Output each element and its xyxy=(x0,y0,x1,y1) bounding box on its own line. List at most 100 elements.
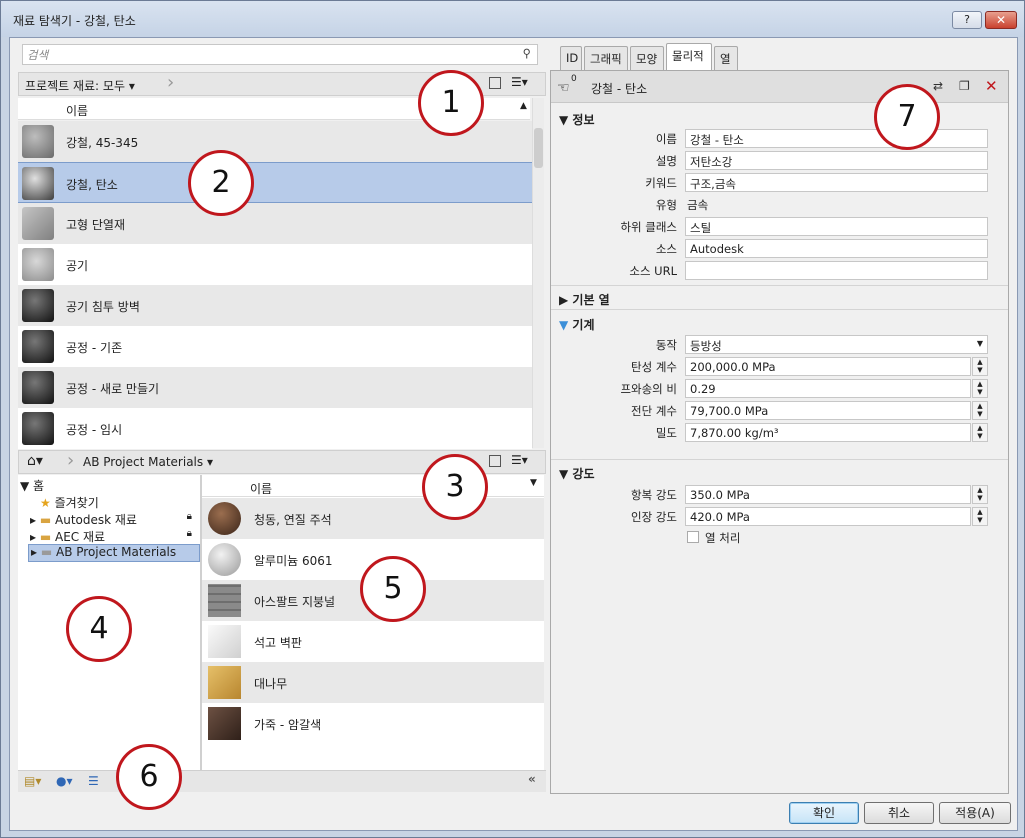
section-strength[interactable]: ▼ 강도 xyxy=(559,465,595,482)
tensile-strength-spinner[interactable]: ▲ ▼ xyxy=(972,507,988,526)
subclass-field[interactable]: 스틸 xyxy=(685,217,988,236)
tree-node-ab-project[interactable]: ▸ ▬ AB Project Materials xyxy=(28,544,200,562)
material-name: 공정 - 기존 xyxy=(66,341,123,355)
density-spinner[interactable]: ▲ ▼ xyxy=(972,423,988,442)
material-swatch xyxy=(208,502,241,535)
tab-thermal[interactable]: 열 xyxy=(714,46,738,70)
list-item[interactable]: 공기 xyxy=(18,244,532,285)
callout-1: 1 xyxy=(418,70,484,136)
collapse-panel-icon[interactable]: « xyxy=(528,772,536,786)
search-icon[interactable]: ⚲ xyxy=(523,46,531,60)
section-strength-title: 강도 xyxy=(572,467,595,481)
divider xyxy=(551,285,1008,286)
list-item[interactable]: 석고 벽판 xyxy=(202,621,544,662)
material-name: 아스팔트 지붕널 xyxy=(254,595,336,609)
heat-treated-checkbox[interactable] xyxy=(687,531,699,543)
poisson-ratio-field[interactable]: 0.29 xyxy=(685,379,971,398)
behavior-label: 동작 xyxy=(655,338,677,352)
cancel-button[interactable]: 취소 xyxy=(864,802,934,824)
source-url-field[interactable] xyxy=(685,261,988,280)
list-item[interactable]: 청동, 연질 주석 xyxy=(202,498,544,539)
sort-desc-icon[interactable]: ▼ xyxy=(530,478,537,488)
star-icon: ★ xyxy=(40,496,51,510)
ok-button[interactable]: 확인 xyxy=(789,802,859,824)
section-info[interactable]: ▼ 정보 xyxy=(559,111,595,128)
remove-asset-icon[interactable]: ✕ xyxy=(985,77,998,95)
list-item[interactable]: 공기 침투 방벽 xyxy=(18,285,532,326)
yield-strength-field[interactable]: 350.0 MPa xyxy=(685,485,971,504)
asset-editor-icon[interactable]: ☰ xyxy=(88,774,99,788)
section-info-title: 정보 xyxy=(572,113,595,127)
list-item[interactable]: 가죽 - 암갈색 xyxy=(202,703,544,744)
replace-asset-icon[interactable]: ⇄ xyxy=(933,79,943,93)
tensile-strength-field[interactable]: 420.0 MPa xyxy=(685,507,971,526)
keywords-field[interactable]: 구조,금속 xyxy=(685,173,988,192)
expanded-icon: ▼ xyxy=(559,318,569,332)
shear-modulus-label: 전단 계수 xyxy=(631,404,677,418)
material-name: 청동, 연질 주석 xyxy=(254,513,332,527)
close-button[interactable]: ✕ xyxy=(985,11,1017,29)
list-item[interactable]: 공정 - 새로 만들기 xyxy=(18,367,532,408)
tree-node-home[interactable]: ▼ 홈 xyxy=(20,477,44,494)
youngs-modulus-field[interactable]: 200,000.0 MPa xyxy=(685,357,971,376)
tree-node-favorites[interactable]: ★ 즐겨찾기 xyxy=(40,494,99,511)
density-field[interactable]: 7,870.00 kg/m³ xyxy=(685,423,971,442)
view-options-icon[interactable]: ☰▾ xyxy=(511,453,528,467)
create-material-icon[interactable]: ●▾ xyxy=(56,774,73,788)
description-field[interactable]: 저탄소강 xyxy=(685,151,988,170)
material-name: 석고 벽판 xyxy=(254,636,302,650)
search-input[interactable]: 검색 ⚲ xyxy=(22,44,538,65)
divider xyxy=(551,309,1008,310)
tree-label: 즐겨찾기 xyxy=(54,496,99,510)
source-label: 소스 xyxy=(655,242,677,256)
column-name-header[interactable]: 이름 xyxy=(66,102,88,119)
apply-button[interactable]: 적용(A) xyxy=(939,802,1011,824)
tab-appearance[interactable]: 모양 xyxy=(630,46,664,70)
project-list-scrollbar[interactable] xyxy=(532,98,544,448)
tab-graphics[interactable]: 그래픽 xyxy=(584,46,628,70)
shear-modulus-field[interactable]: 79,700.0 MPa xyxy=(685,401,971,420)
source-url-label: 소스 URL xyxy=(629,264,677,278)
material-swatch xyxy=(22,125,54,158)
breadcrumb-arrow-icon: › xyxy=(67,450,75,471)
view-options-icon[interactable]: ☰▾ xyxy=(511,75,528,89)
tree-node-autodesk[interactable]: ▸ ▬ Autodesk 재료 🔒︎ xyxy=(30,511,196,528)
tab-physical[interactable]: 물리적 xyxy=(666,43,712,70)
list-item[interactable]: 고형 단열재 xyxy=(18,203,532,244)
poisson-ratio-spinner[interactable]: ▲ ▼ xyxy=(972,379,988,398)
subclass-label: 하위 클래스 xyxy=(620,220,677,234)
column-name-header[interactable]: 이름 xyxy=(250,480,272,497)
yield-strength-label: 항복 강도 xyxy=(631,488,677,502)
tab-id[interactable]: ID xyxy=(560,46,582,70)
list-item-selected[interactable]: 강철, 탄소 xyxy=(18,162,532,203)
source-field[interactable]: Autodesk xyxy=(685,239,988,258)
material-swatch xyxy=(208,707,241,740)
youngs-modulus-label: 탄성 계수 xyxy=(631,360,677,374)
panel-toggle-icon[interactable] xyxy=(489,77,501,89)
library-breadcrumb[interactable]: AB Project Materials ▾ xyxy=(83,455,213,469)
behavior-select[interactable]: 등방성 ▼ xyxy=(685,335,988,354)
scrollbar-thumb[interactable] xyxy=(534,128,543,168)
section-basic-thermal[interactable]: ▶ 기본 열 xyxy=(559,291,610,308)
list-item[interactable]: 대나무 xyxy=(202,662,544,703)
tree-node-aec[interactable]: ▸ ▬ AEC 재료 🔒︎ xyxy=(30,528,196,545)
home-icon[interactable]: ⌂▾ xyxy=(27,453,43,469)
help-button[interactable]: ? xyxy=(952,11,982,29)
list-item[interactable]: 공정 - 기존 xyxy=(18,326,532,367)
sort-asc-icon[interactable]: ▲ xyxy=(520,101,527,111)
duplicate-asset-icon[interactable]: ❐ xyxy=(959,79,970,93)
density-label: 밀도 xyxy=(655,426,677,440)
name-field[interactable]: 강철 - 탄소 xyxy=(685,129,988,148)
list-item[interactable]: 공정 - 임시 xyxy=(18,408,532,449)
lock-icon: 🔒︎ xyxy=(186,528,192,539)
project-filter-dropdown[interactable]: 프로젝트 재료: 모두 ▾ xyxy=(25,77,135,94)
title-bar: 재료 탐색기 - 강철, 탄소 ? ✕ xyxy=(1,1,1024,37)
shear-modulus-spinner[interactable]: ▲ ▼ xyxy=(972,401,988,420)
left-panel: 검색 ⚲ 프로젝트 재료: 모두 ▾ › ☰▾ 이름 ▲ 강철, 45-345 … xyxy=(10,38,546,794)
material-name: 고형 단열재 xyxy=(66,218,126,232)
youngs-modulus-spinner[interactable]: ▲ ▼ xyxy=(972,357,988,376)
panel-toggle-icon[interactable] xyxy=(489,455,501,467)
section-mechanical[interactable]: ▼ 기계 xyxy=(559,316,595,333)
library-manage-icon[interactable]: ▤▾ xyxy=(24,774,41,788)
yield-strength-spinner[interactable]: ▲ ▼ xyxy=(972,485,988,504)
